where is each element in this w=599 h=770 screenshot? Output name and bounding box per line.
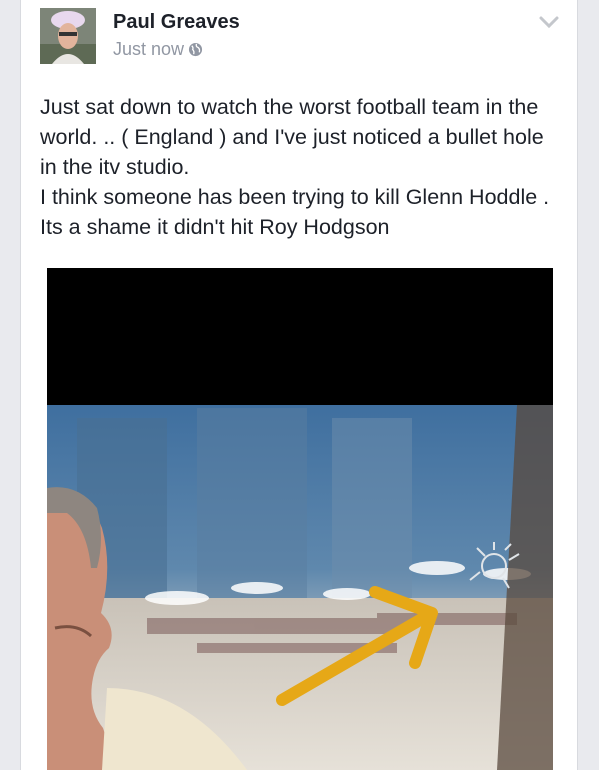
studio-photo [47,268,553,770]
post-meta: Just now [113,39,203,60]
avatar[interactable] [40,8,96,64]
post-card: Paul Greaves Just now Just sat down to w… [20,0,578,770]
chevron-down-icon[interactable] [538,14,560,30]
globe-icon [188,42,203,57]
author-name[interactable]: Paul Greaves [113,11,240,34]
timestamp[interactable]: Just now [113,39,184,60]
post-body-line: I think someone has been trying to kill … [40,185,550,239]
post-body: Just sat down to watch the worst footbal… [40,92,565,242]
avatar-image [40,8,96,64]
post-body-line: Just sat down to watch the worst footbal… [40,95,544,179]
post-photo[interactable] [47,268,553,770]
post-header: Paul Greaves Just now [40,8,560,68]
